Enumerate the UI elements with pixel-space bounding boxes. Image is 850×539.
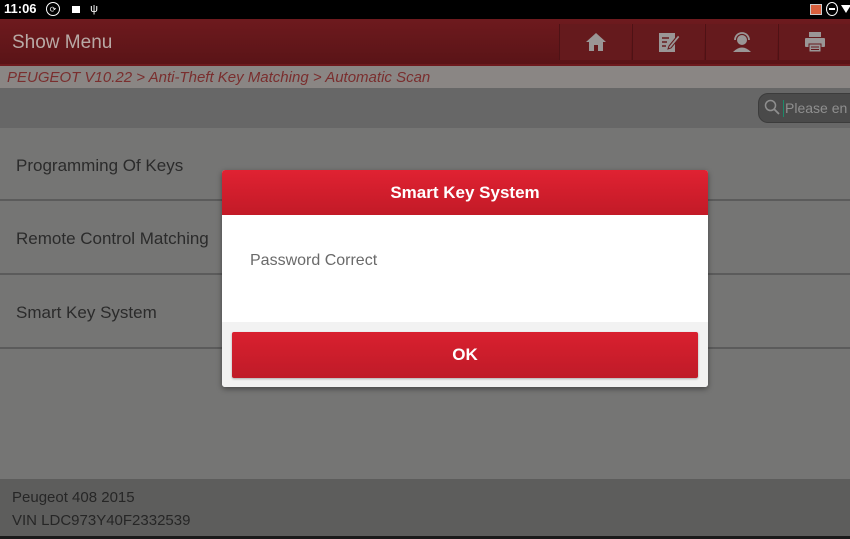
breadcrumb: PEUGEOT V10.22 > Anti-Theft Key Matching… — [0, 64, 850, 88]
search-input[interactable]: Please en — [758, 93, 850, 123]
search-placeholder: Please en — [785, 100, 848, 116]
sync-icon: ⟳ — [46, 2, 60, 16]
home-button[interactable] — [559, 24, 631, 60]
menu-item-label: Remote Control Matching — [16, 229, 209, 248]
video-icon — [70, 2, 81, 16]
menu-item-label: Programming Of Keys — [16, 156, 184, 175]
do-not-disturb-icon — [826, 2, 838, 16]
smart-key-dialog: Smart Key System Password Correct OK — [222, 170, 708, 387]
dialog-message: Password Correct — [250, 252, 378, 269]
wifi-icon — [842, 2, 850, 16]
support-button[interactable] — [705, 24, 777, 60]
vehicle-vin: VIN LDC973Y40F2332539 — [12, 512, 191, 529]
printer-icon — [804, 32, 825, 53]
print-button[interactable] — [778, 24, 850, 60]
usb-debug-icon: ψ — [90, 3, 98, 15]
status-time: 11:06 — [4, 1, 37, 16]
ok-button[interactable]: OK — [232, 332, 698, 378]
breadcrumb-text: PEUGEOT V10.22 > Anti-Theft Key Matching… — [7, 69, 431, 86]
cast-icon — [810, 2, 822, 16]
home-icon — [585, 33, 606, 51]
vehicle-model: Peugeot 408 2015 — [12, 489, 135, 506]
dialog-footer: OK — [222, 322, 708, 387]
status-bar: 11:06 ⟳ ψ — [0, 0, 850, 19]
toolbar: Please en — [0, 88, 850, 128]
menu-item-label: Smart Key System — [16, 303, 157, 322]
search-icon — [764, 99, 780, 115]
dialog-title: Smart Key System — [390, 182, 540, 202]
dialog-header: Smart Key System — [222, 170, 708, 215]
text-caret — [783, 100, 784, 117]
edit-icon — [658, 33, 681, 52]
vehicle-info-footer: Peugeot 408 2015 VIN LDC973Y40F2332539 — [0, 479, 850, 536]
edit-button[interactable] — [632, 24, 704, 60]
dialog-body: Password Correct — [222, 215, 708, 322]
show-menu-title[interactable]: Show Menu — [12, 32, 112, 54]
support-headset-icon — [732, 32, 751, 52]
app-bar: Show Menu — [0, 19, 850, 64]
